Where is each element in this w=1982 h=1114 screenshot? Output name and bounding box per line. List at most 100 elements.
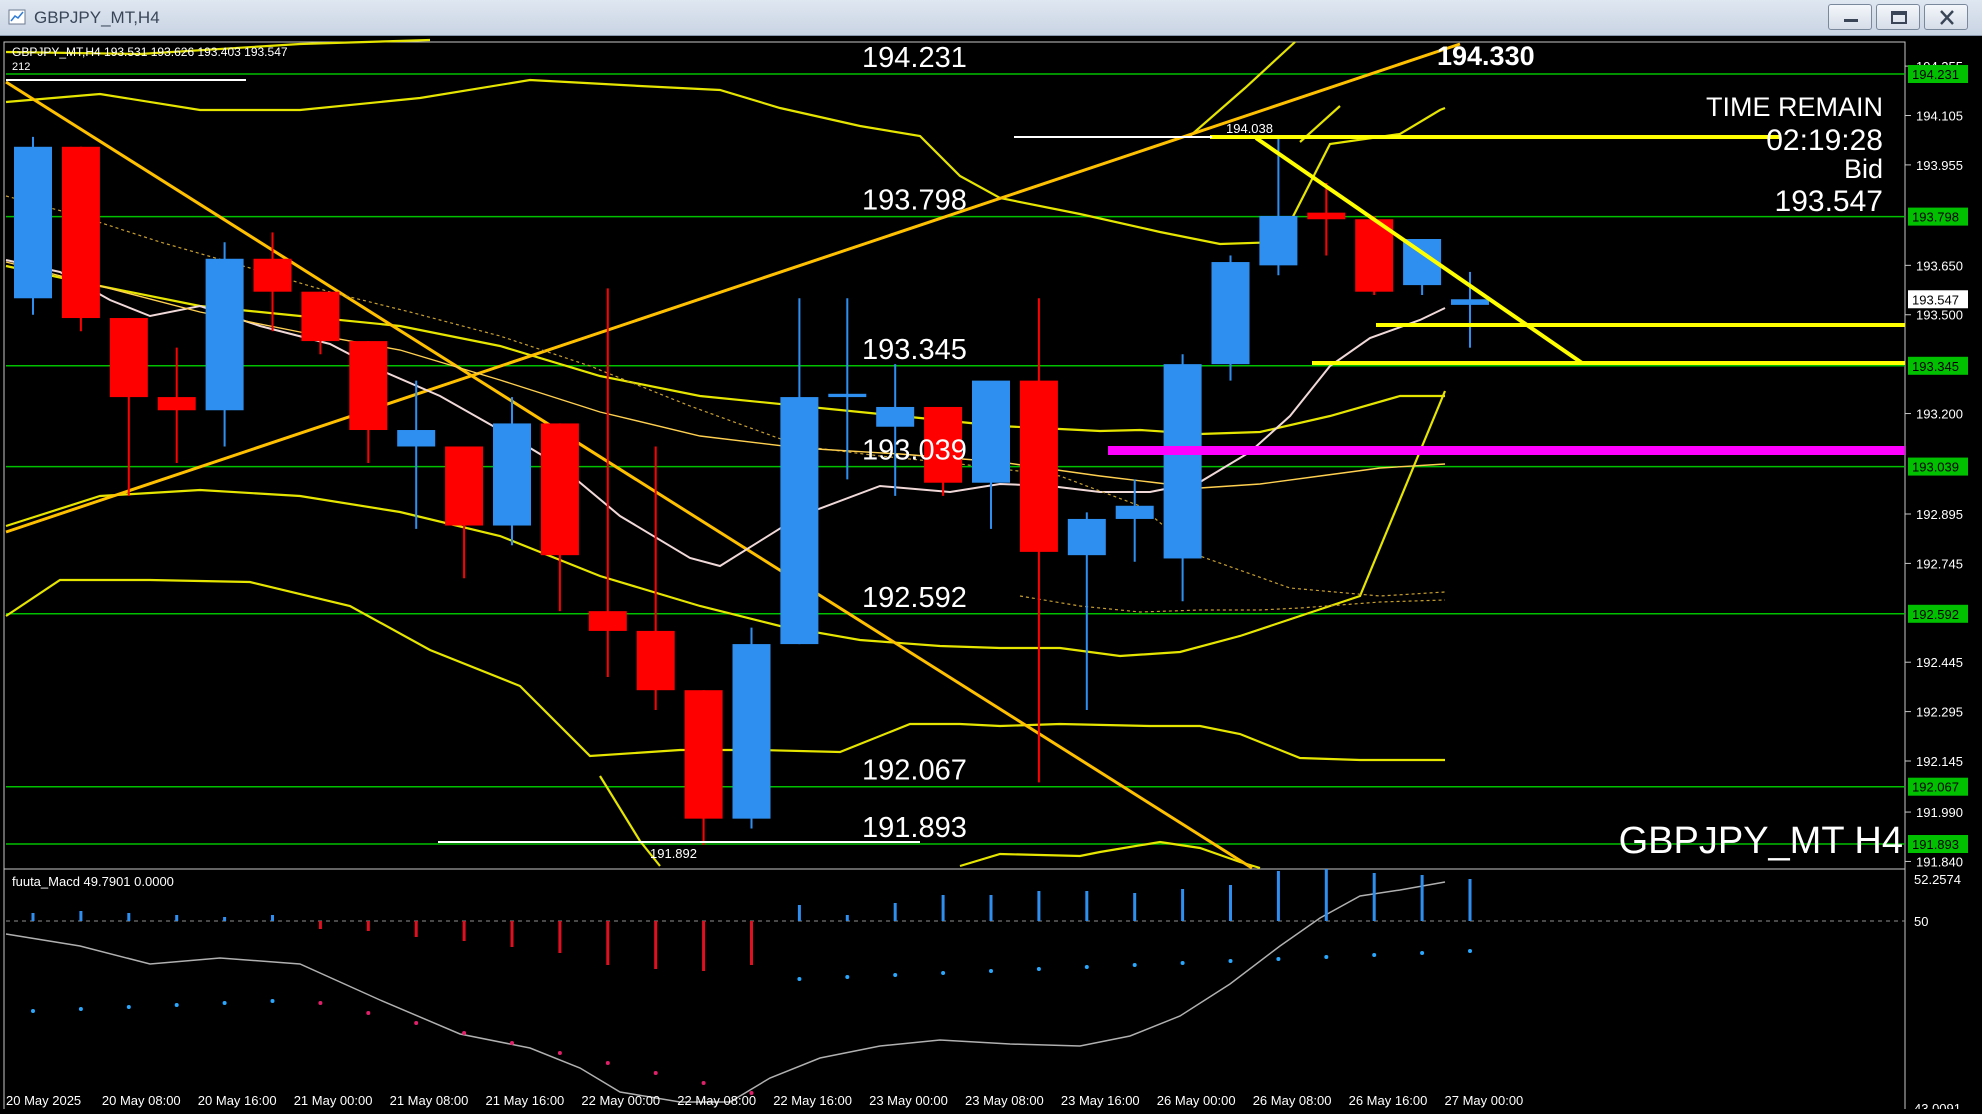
price-tick-label: 192.745 [1916,556,1963,571]
candle-body[interactable] [205,258,244,411]
level-label: 192.067 [862,755,967,787]
minimize-icon [1844,19,1858,22]
histogram-bar [845,915,849,921]
candle-body[interactable] [1259,215,1298,266]
histogram-bar [1324,869,1328,921]
time-label: 21 May 16:00 [486,1093,565,1108]
magenta-zone-line[interactable] [1108,446,1905,455]
candle-body[interactable] [493,423,531,526]
histogram-bar [1037,891,1041,921]
candle-body[interactable] [397,430,436,447]
price-badge-label: 193.798 [1912,210,1959,225]
price-tick-label: 193.650 [1916,258,1963,273]
time-label: 22 May 00:00 [581,1093,660,1108]
candle-body[interactable] [1451,299,1489,305]
time-label: 23 May 08:00 [965,1093,1044,1108]
time-label: 23 May 00:00 [869,1093,948,1108]
candle-body[interactable] [1115,505,1154,519]
signal-dot [1180,961,1185,965]
bid-value: 193.547 [1775,185,1883,218]
candle-body[interactable] [636,630,675,691]
histogram-bar [558,921,562,953]
histogram-bar [366,921,370,931]
histogram-bar [1181,889,1185,921]
price-badge-label: 193.547 [1912,292,1959,307]
indicator-axis-label: 52.2574 [1914,872,1961,887]
chart-window[interactable]: 194.231 193.798 193.345 193.039 192.592 192.0… [0,36,1982,1114]
support-lines[interactable] [1210,135,1905,365]
maximize-button[interactable] [1876,4,1920,30]
signal-dot [893,973,898,977]
histogram-bar [1468,879,1472,921]
candle-body[interactable] [1307,212,1346,220]
histogram-bar [223,917,227,921]
candle-body[interactable] [972,380,1010,483]
candle-body[interactable] [588,611,627,631]
candle-body[interactable] [876,406,915,427]
price-tick-label: 193.200 [1916,407,1963,422]
indicator-axis-label: 43.0091 [1914,1101,1961,1109]
histogram-bar [510,921,514,947]
candle-body[interactable] [157,397,196,411]
price-badge-label: 191.893 [1912,837,1959,852]
histogram-bar [271,915,274,921]
signal-dot [462,1031,467,1035]
indicator-axis: 52.2574 50 43.0091 [1914,872,1961,1114]
price-tick-label: 191.840 [1916,854,1963,869]
signal-dot [653,1071,658,1075]
signal-dot [270,999,275,1003]
histogram-bar [1420,875,1424,921]
candle-body[interactable] [780,397,819,645]
time-remain-value: 02:19:28 [1766,124,1883,157]
minimize-button[interactable] [1828,4,1872,30]
candle-body[interactable] [349,341,388,431]
histogram-bar [750,921,753,965]
histogram-bar [318,921,322,929]
candle-body[interactable] [445,446,484,526]
high-price-label: 194.330 [1437,41,1535,71]
candle-body[interactable] [732,644,771,819]
descending-channel-line [1254,136,1584,365]
candle-body[interactable] [828,393,867,398]
candle-body[interactable] [253,258,292,292]
candle-body[interactable] [301,291,340,342]
signal-dot [1372,953,1377,957]
candle-body[interactable] [14,146,52,299]
price-tick-label: 194.105 [1916,108,1963,123]
indicator-label: fuuta_Macd 49.7901 0.0000 [12,874,174,889]
indicator-axis-label: 50 [1914,914,1928,929]
indicator-histogram [31,869,1472,1095]
candle-body[interactable] [1211,262,1250,365]
price-tick-label: 191.990 [1916,805,1963,820]
histogram-bar [989,895,993,921]
time-label: 22 May 16:00 [773,1093,852,1108]
candle-body[interactable] [540,423,579,556]
histogram-bar [31,913,35,921]
candle-body[interactable] [61,146,100,319]
time-label: 27 May 00:00 [1445,1093,1524,1108]
symbol-ohlc-info: GBPJPY_MT,H4 193.531 193.626 193.403 193… [12,45,288,59]
signal-dot [318,1001,323,1005]
close-button[interactable] [1924,4,1968,30]
histogram-bar [462,921,466,941]
price-badge-label: 193.039 [1912,460,1959,475]
candle-body[interactable] [1067,518,1106,556]
histogram-bar [175,915,179,921]
candles[interactable] [14,136,1489,845]
signal-dot [174,1003,179,1007]
candle-body[interactable] [1163,364,1202,559]
signal-dot [1036,967,1041,971]
level-label: 193.039 [862,435,967,467]
time-label: 20 May 16:00 [198,1093,277,1108]
histogram-bar [1229,885,1232,921]
signal-dot [941,971,946,975]
indicator-window-border [3,868,1906,1114]
price-tick-label: 192.895 [1916,507,1963,522]
envelope-mid-lower [5,390,1447,658]
candle-body[interactable] [684,690,723,819]
candle-body[interactable] [109,318,148,398]
level-label: 191.893 [862,812,967,844]
time-label: 23 May 16:00 [1061,1093,1140,1108]
price-chart-canvas[interactable]: 194.231 193.798 193.345 193.039 192.592 192.0… [0,36,1982,1114]
candle-body[interactable] [1019,380,1058,552]
